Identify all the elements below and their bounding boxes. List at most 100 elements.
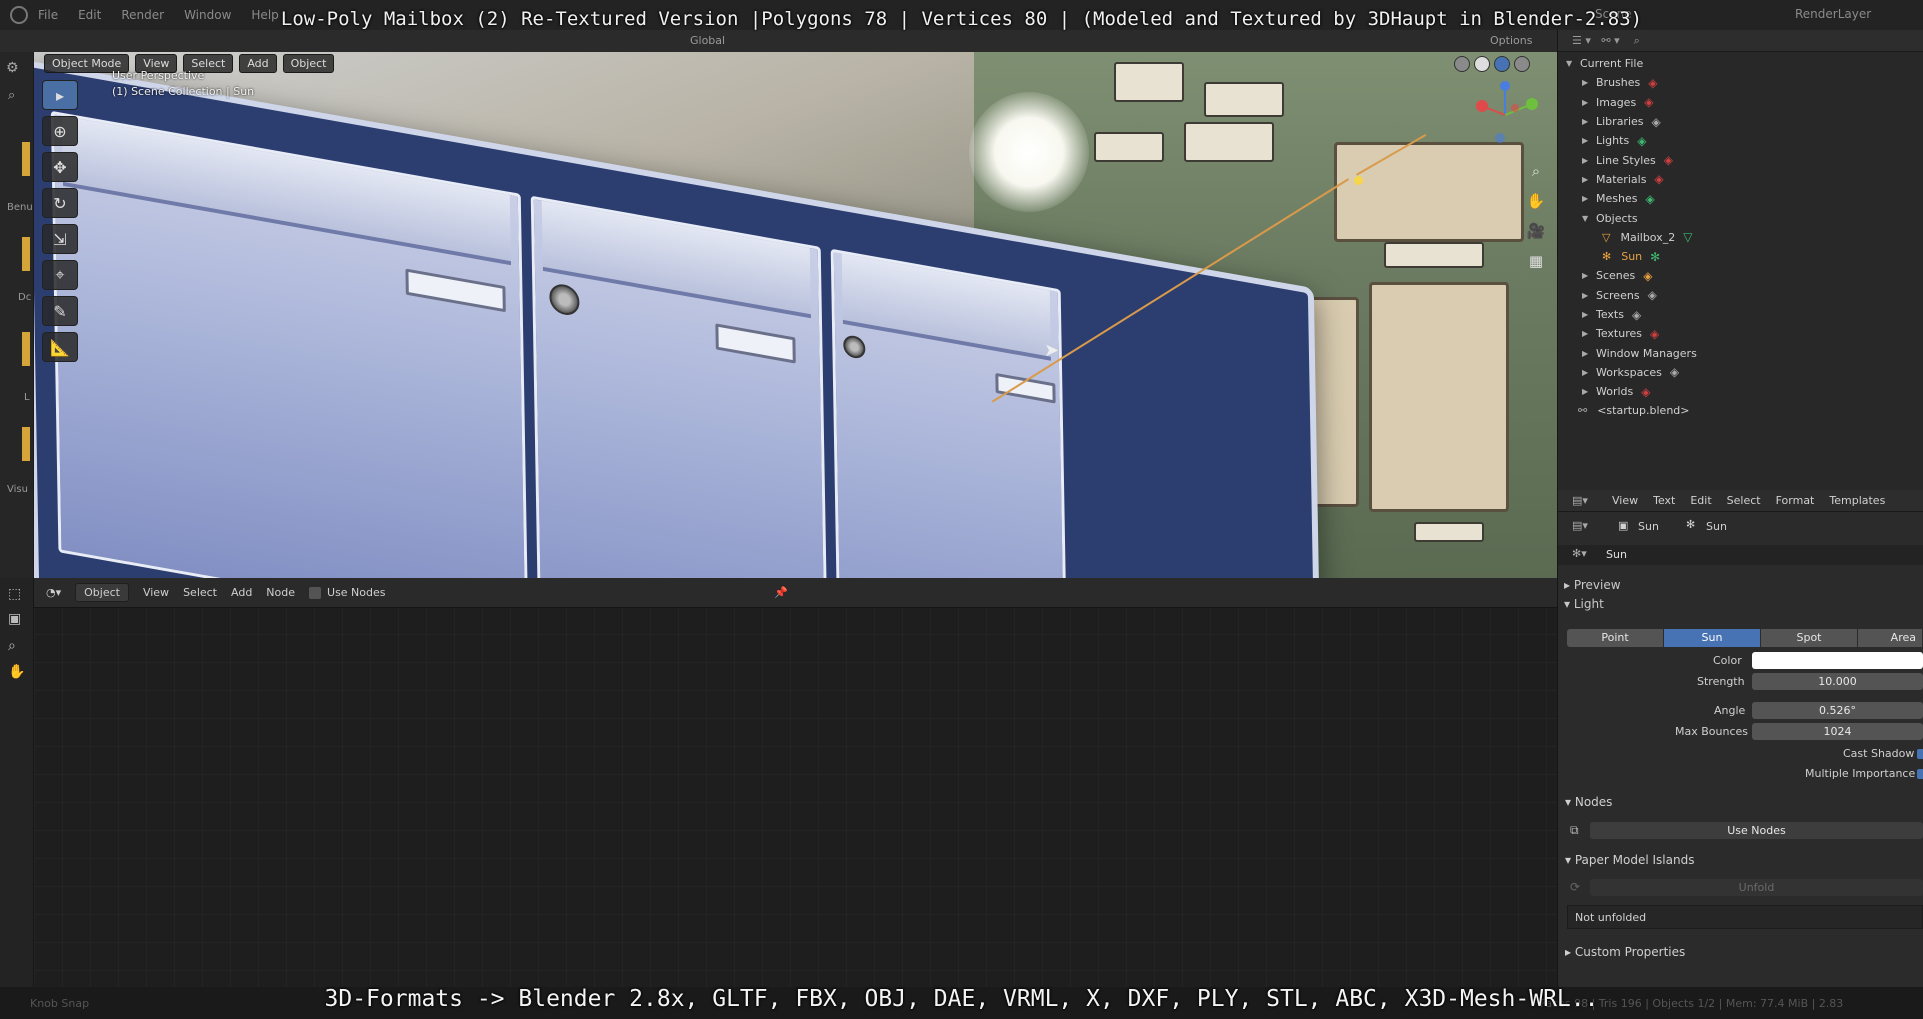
expand-right-icon[interactable]: ▶: [1582, 329, 1592, 338]
image-icon[interactable]: ▣: [8, 611, 21, 627]
select-tool-icon[interactable]: ▸: [42, 80, 78, 110]
gear-icon[interactable]: ⚙: [6, 60, 19, 76]
multiple-importance-checkbox[interactable]: [1917, 769, 1923, 779]
outliner-row[interactable]: ▶ Brushes ◈: [1558, 73, 1923, 92]
outliner-row[interactable]: ▶ Line Styles ◈: [1558, 150, 1923, 169]
color-swatch[interactable]: [1752, 652, 1923, 669]
strength-field[interactable]: 10.000: [1752, 673, 1923, 690]
editor-type-icon[interactable]: ▤▾: [1572, 494, 1588, 507]
transform-tool-icon[interactable]: ⌖: [42, 260, 78, 290]
editor-type-icon[interactable]: ◔▾: [46, 586, 61, 599]
nodes-section-header[interactable]: ▾ Nodes: [1565, 795, 1612, 809]
properties-editor-icon[interactable]: ▤▾: [1572, 519, 1588, 532]
cursor-tool-icon[interactable]: ⊕: [42, 116, 78, 146]
shader-type-dropdown[interactable]: Object: [75, 583, 129, 602]
rotate-tool-icon[interactable]: ↻: [42, 188, 78, 218]
sun-light-icon[interactable]: [1354, 176, 1363, 185]
expand-right-icon[interactable]: ▶: [1582, 78, 1592, 87]
refresh-icon[interactable]: ⟳: [1570, 880, 1580, 894]
grid-icon[interactable]: ▦: [1524, 252, 1548, 276]
expand-right-icon[interactable]: ▶: [1582, 368, 1592, 377]
select-box-icon[interactable]: ⬚: [8, 586, 21, 602]
outliner-row[interactable]: ▶ Scenes ◈: [1558, 266, 1923, 285]
cast-shadow-checkbox[interactable]: [1917, 749, 1923, 759]
outliner-row[interactable]: ▶ Window Managers: [1558, 343, 1923, 362]
camera-icon[interactable]: 🎥: [1524, 222, 1548, 246]
material-shading-icon[interactable]: [1494, 56, 1510, 72]
node-menu-add[interactable]: Add: [231, 586, 252, 599]
node-menu-view[interactable]: View: [143, 586, 169, 599]
viewport-menu-add[interactable]: Add: [239, 54, 277, 73]
expand-right-icon[interactable]: ▶: [1582, 387, 1592, 396]
light-type-area[interactable]: Area: [1858, 629, 1923, 647]
use-nodes-toggle[interactable]: Use Nodes: [309, 586, 386, 599]
max-bounces-field[interactable]: 1024: [1752, 723, 1923, 740]
expand-right-icon[interactable]: ▶: [1582, 271, 1592, 280]
expand-right-icon[interactable]: ▶: [1582, 175, 1592, 184]
outliner-row[interactable]: ▶ Meshes ◈: [1558, 189, 1923, 208]
light-type-point[interactable]: Point: [1567, 629, 1664, 647]
outliner-root-row[interactable]: ▼ Current File: [1558, 54, 1923, 73]
expand-right-icon[interactable]: ▶: [1582, 98, 1592, 107]
rendered-shading-icon[interactable]: [1514, 56, 1530, 72]
node-menu-node[interactable]: Node: [266, 586, 295, 599]
expand-right-icon[interactable]: ▶: [1582, 194, 1592, 203]
pan-hand-icon[interactable]: ✋: [8, 664, 25, 680]
unfold-button[interactable]: Unfold: [1590, 879, 1923, 896]
use-nodes-button[interactable]: Use Nodes: [1590, 822, 1923, 839]
outliner-row[interactable]: ▶ Screens ◈: [1558, 286, 1923, 305]
expand-down-icon[interactable]: ▼: [1566, 59, 1576, 68]
node-menu-select[interactable]: Select: [183, 586, 217, 599]
outliner-row[interactable]: ▶ Texts ◈: [1558, 305, 1923, 324]
solid-shading-icon[interactable]: [1474, 56, 1490, 72]
search-icon[interactable]: ⌕: [8, 88, 15, 103]
options-dropdown[interactable]: Options: [1490, 34, 1532, 47]
angle-field[interactable]: 0.526°: [1752, 702, 1923, 719]
annotate-tool-icon[interactable]: ✎: [42, 296, 78, 326]
text-menu-view[interactable]: View: [1612, 494, 1638, 507]
outliner-row[interactable]: ✻ Sun ✻: [1558, 247, 1923, 266]
outliner-row[interactable]: ▶ Lights ◈: [1558, 131, 1923, 150]
outliner-row[interactable]: ▶ Worlds ◈: [1558, 382, 1923, 401]
outliner-row[interactable]: ▶ Workspaces ◈: [1558, 363, 1923, 382]
crumb-data[interactable]: Sun: [1706, 520, 1727, 533]
orientation-dropdown[interactable]: Global: [690, 34, 725, 47]
text-menu-select[interactable]: Select: [1727, 494, 1761, 507]
scale-tool-icon[interactable]: ⇲: [42, 224, 78, 254]
expand-right-icon[interactable]: ▶: [1582, 349, 1592, 358]
expand-down-icon[interactable]: ▼: [1582, 214, 1592, 223]
text-menu-text[interactable]: Text: [1653, 494, 1675, 507]
viewport-menu-object[interactable]: Object: [282, 54, 335, 73]
preview-section-header[interactable]: ▸ Preview: [1564, 578, 1621, 592]
light-type-sun[interactable]: Sun: [1664, 629, 1761, 647]
light-type-spot[interactable]: Spot: [1761, 629, 1858, 647]
light-name-field[interactable]: Sun: [1606, 548, 1627, 561]
move-tool-icon[interactable]: ✥: [42, 152, 78, 182]
crumb-object[interactable]: Sun: [1638, 520, 1659, 533]
text-menu-format[interactable]: Format: [1776, 494, 1815, 507]
pan-hand-icon[interactable]: ✋: [1524, 192, 1548, 216]
measure-tool-icon[interactable]: 📐: [42, 332, 78, 362]
text-menu-edit[interactable]: Edit: [1690, 494, 1711, 507]
outliner-row[interactable]: ▶ Textures ◈: [1558, 324, 1923, 343]
expand-right-icon[interactable]: ▶: [1582, 156, 1592, 165]
expand-right-icon[interactable]: ▶: [1582, 136, 1592, 145]
expand-right-icon[interactable]: ▶: [1582, 291, 1592, 300]
outliner-row[interactable]: ▽ Mailbox_2 ▽: [1558, 228, 1923, 247]
outliner-row[interactable]: ▼ Objects: [1558, 208, 1923, 227]
3d-viewport[interactable]: ➤ Object Mode View Select Add Object Use…: [34, 52, 1557, 578]
custom-properties-section-header[interactable]: ▸ Custom Properties: [1565, 945, 1685, 959]
wireframe-shading-icon[interactable]: [1454, 56, 1470, 72]
node-editor-canvas[interactable]: [34, 578, 1557, 987]
zoom-icon[interactable]: ⌕: [8, 638, 16, 654]
light-section-header[interactable]: ▾ Light: [1564, 597, 1604, 611]
navigation-gizmo[interactable]: [1470, 80, 1540, 150]
expand-right-icon[interactable]: ▶: [1582, 117, 1592, 126]
outliner-row[interactable]: ▶ Materials ◈: [1558, 170, 1923, 189]
paper-model-section-header[interactable]: ▾ Paper Model Islands: [1565, 853, 1694, 867]
text-menu-templates[interactable]: Templates: [1829, 494, 1885, 507]
expand-right-icon[interactable]: ▶: [1582, 310, 1592, 319]
outliner-row[interactable]: ▶ Libraries ◈: [1558, 112, 1923, 131]
outliner-row[interactable]: ⚯ <startup.blend>: [1558, 401, 1923, 420]
outliner-row[interactable]: ▶ Images ◈: [1558, 93, 1923, 112]
